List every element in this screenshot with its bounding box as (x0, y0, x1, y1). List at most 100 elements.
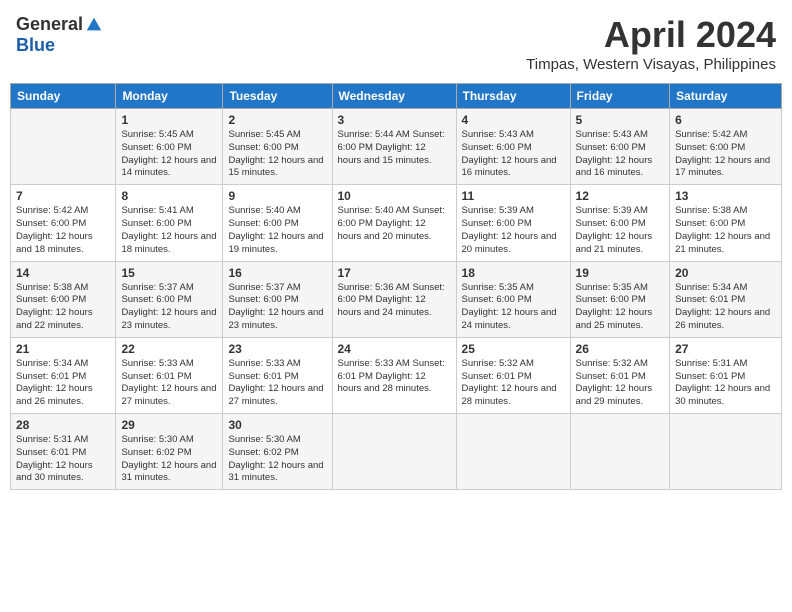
logo: General Blue (16, 14, 103, 56)
day-info: Sunrise: 5:44 AM Sunset: 6:00 PM Dayligh… (338, 129, 451, 167)
day-info: Sunrise: 5:39 AM Sunset: 6:00 PM Dayligh… (576, 205, 665, 256)
day-info: Sunrise: 5:37 AM Sunset: 6:00 PM Dayligh… (228, 282, 326, 333)
calendar-cell: 16 Sunrise: 5:37 AM Sunset: 6:00 PM Dayli… (223, 261, 332, 337)
day-info: Sunrise: 5:33 AM Sunset: 6:01 PM Dayligh… (338, 358, 451, 396)
day-number: 2 (228, 113, 326, 127)
calendar-header-row: SundayMondayTuesdayWednesdayThursdayFrid… (11, 84, 782, 109)
week-row-5: 28Sunrise: 5:31 AM Sunset: 6:01 PM Dayli… (11, 414, 782, 490)
day-number: 30 (228, 418, 326, 432)
day-info: Sunrise: 5:32 AM Sunset: 6:01 PM Dayligh… (462, 358, 565, 409)
day-number: 17 (338, 266, 451, 280)
day-number: 23 (228, 342, 326, 356)
day-number: 9 (228, 189, 326, 203)
day-number: 13 (675, 189, 776, 203)
calendar-cell: 7Sunrise: 5:42 AM Sunset: 6:00 PM Daylig… (11, 185, 116, 261)
calendar-cell: 6 Sunrise: 5:42 AM Sunset: 6:00 PM Daylig… (670, 109, 782, 185)
calendar-cell: 10 Sunrise: 5:40 AM Sunset: 6:00 PM Dayli… (332, 185, 456, 261)
day-number: 4 (462, 113, 565, 127)
column-header-saturday: Saturday (670, 84, 782, 109)
title-block: April 2024 Timpas, Western Visayas, Phil… (526, 14, 776, 73)
day-number: 18 (462, 266, 565, 280)
day-info: Sunrise: 5:38 AM Sunset: 6:00 PM Dayligh… (16, 282, 110, 333)
calendar-cell (456, 414, 570, 490)
day-number: 19 (576, 266, 665, 280)
day-number: 24 (338, 342, 451, 356)
calendar-cell: 3 Sunrise: 5:44 AM Sunset: 6:00 PM Daylig… (332, 109, 456, 185)
calendar-cell: 21 Sunrise: 5:34 AM Sunset: 6:01 PM Dayli… (11, 337, 116, 413)
calendar-cell: 19 Sunrise: 5:35 AM Sunset: 6:00 PM Dayli… (570, 261, 670, 337)
calendar-cell: 4 Sunrise: 5:43 AM Sunset: 6:00 PM Daylig… (456, 109, 570, 185)
day-info: Sunrise: 5:32 AM Sunset: 6:01 PM Dayligh… (576, 358, 665, 409)
calendar-table: SundayMondayTuesdayWednesdayThursdayFrid… (10, 83, 782, 490)
calendar-cell: 9 Sunrise: 5:40 AM Sunset: 6:00 PM Daylig… (223, 185, 332, 261)
column-header-monday: Monday (116, 84, 223, 109)
day-number: 21 (16, 342, 110, 356)
day-number: 5 (576, 113, 665, 127)
day-info: Sunrise: 5:31 AM Sunset: 6:01 PM Dayligh… (675, 358, 776, 409)
calendar-cell: 29 Sunrise: 5:30 AM Sunset: 6:02 PM Dayli… (116, 414, 223, 490)
column-header-thursday: Thursday (456, 84, 570, 109)
day-info: Sunrise: 5:39 AM Sunset: 6:00 PM Dayligh… (462, 205, 565, 256)
calendar-cell: 22Sunrise: 5:33 AM Sunset: 6:01 PM Dayli… (116, 337, 223, 413)
week-row-1: 1 Sunrise: 5:45 AM Sunset: 6:00 PM Daylig… (11, 109, 782, 185)
column-header-tuesday: Tuesday (223, 84, 332, 109)
calendar-cell: 30 Sunrise: 5:30 AM Sunset: 6:02 PM Dayli… (223, 414, 332, 490)
day-number: 6 (675, 113, 776, 127)
calendar-cell: 28Sunrise: 5:31 AM Sunset: 6:01 PM Dayli… (11, 414, 116, 490)
column-header-friday: Friday (570, 84, 670, 109)
day-number: 29 (121, 418, 217, 432)
calendar-cell: 24 Sunrise: 5:33 AM Sunset: 6:01 PM Dayli… (332, 337, 456, 413)
calendar-cell: 20 Sunrise: 5:34 AM Sunset: 6:01 PM Dayli… (670, 261, 782, 337)
day-info: Sunrise: 5:43 AM Sunset: 6:00 PM Dayligh… (576, 129, 665, 180)
calendar-cell (670, 414, 782, 490)
day-info: Sunrise: 5:45 AM Sunset: 6:00 PM Dayligh… (228, 129, 326, 180)
day-info: Sunrise: 5:34 AM Sunset: 6:01 PM Dayligh… (16, 358, 110, 409)
day-info: Sunrise: 5:33 AM Sunset: 6:01 PM Dayligh… (228, 358, 326, 409)
day-info: Sunrise: 5:40 AM Sunset: 6:00 PM Dayligh… (338, 205, 451, 243)
page-header: General Blue April 2024 Timpas, Western … (10, 10, 782, 77)
day-info: Sunrise: 5:35 AM Sunset: 6:00 PM Dayligh… (576, 282, 665, 333)
day-info: Sunrise: 5:38 AM Sunset: 6:00 PM Dayligh… (675, 205, 776, 256)
day-number: 25 (462, 342, 565, 356)
day-info: Sunrise: 5:41 AM Sunset: 6:00 PM Dayligh… (121, 205, 217, 256)
calendar-cell: 14 Sunrise: 5:38 AM Sunset: 6:00 PM Dayli… (11, 261, 116, 337)
calendar-cell: 1 Sunrise: 5:45 AM Sunset: 6:00 PM Daylig… (116, 109, 223, 185)
calendar-cell (332, 414, 456, 490)
day-number: 3 (338, 113, 451, 127)
day-number: 16 (228, 266, 326, 280)
day-number: 20 (675, 266, 776, 280)
day-info: Sunrise: 5:30 AM Sunset: 6:02 PM Dayligh… (121, 434, 217, 485)
day-number: 26 (576, 342, 665, 356)
logo-blue-text: Blue (16, 35, 55, 56)
calendar-cell: 25 Sunrise: 5:32 AM Sunset: 6:01 PM Dayli… (456, 337, 570, 413)
calendar-cell: 18 Sunrise: 5:35 AM Sunset: 6:00 PM Dayli… (456, 261, 570, 337)
day-info: Sunrise: 5:42 AM Sunset: 6:00 PM Dayligh… (675, 129, 776, 180)
calendar-cell: 2 Sunrise: 5:45 AM Sunset: 6:00 PM Daylig… (223, 109, 332, 185)
day-info: Sunrise: 5:35 AM Sunset: 6:00 PM Dayligh… (462, 282, 565, 333)
subtitle: Timpas, Western Visayas, Philippines (526, 56, 776, 73)
day-info: Sunrise: 5:42 AM Sunset: 6:00 PM Dayligh… (16, 205, 110, 256)
column-header-wednesday: Wednesday (332, 84, 456, 109)
day-info: Sunrise: 5:34 AM Sunset: 6:01 PM Dayligh… (675, 282, 776, 333)
day-number: 27 (675, 342, 776, 356)
day-info: Sunrise: 5:45 AM Sunset: 6:00 PM Dayligh… (121, 129, 217, 180)
calendar-cell (11, 109, 116, 185)
day-number: 8 (121, 189, 217, 203)
calendar-cell: 15Sunrise: 5:37 AM Sunset: 6:00 PM Dayli… (116, 261, 223, 337)
day-info: Sunrise: 5:33 AM Sunset: 6:01 PM Dayligh… (121, 358, 217, 409)
week-row-4: 21 Sunrise: 5:34 AM Sunset: 6:01 PM Dayli… (11, 337, 782, 413)
main-title: April 2024 (526, 14, 776, 56)
column-header-sunday: Sunday (11, 84, 116, 109)
day-info: Sunrise: 5:30 AM Sunset: 6:02 PM Dayligh… (228, 434, 326, 485)
day-number: 10 (338, 189, 451, 203)
logo-icon (85, 16, 103, 34)
day-info: Sunrise: 5:40 AM Sunset: 6:00 PM Dayligh… (228, 205, 326, 256)
day-info: Sunrise: 5:31 AM Sunset: 6:01 PM Dayligh… (16, 434, 110, 485)
day-info: Sunrise: 5:36 AM Sunset: 6:00 PM Dayligh… (338, 282, 451, 320)
day-number: 1 (121, 113, 217, 127)
day-number: 14 (16, 266, 110, 280)
week-row-3: 14 Sunrise: 5:38 AM Sunset: 6:00 PM Dayli… (11, 261, 782, 337)
day-info: Sunrise: 5:43 AM Sunset: 6:00 PM Dayligh… (462, 129, 565, 180)
calendar-cell: 23 Sunrise: 5:33 AM Sunset: 6:01 PM Dayli… (223, 337, 332, 413)
logo-general-text: General (16, 14, 83, 35)
